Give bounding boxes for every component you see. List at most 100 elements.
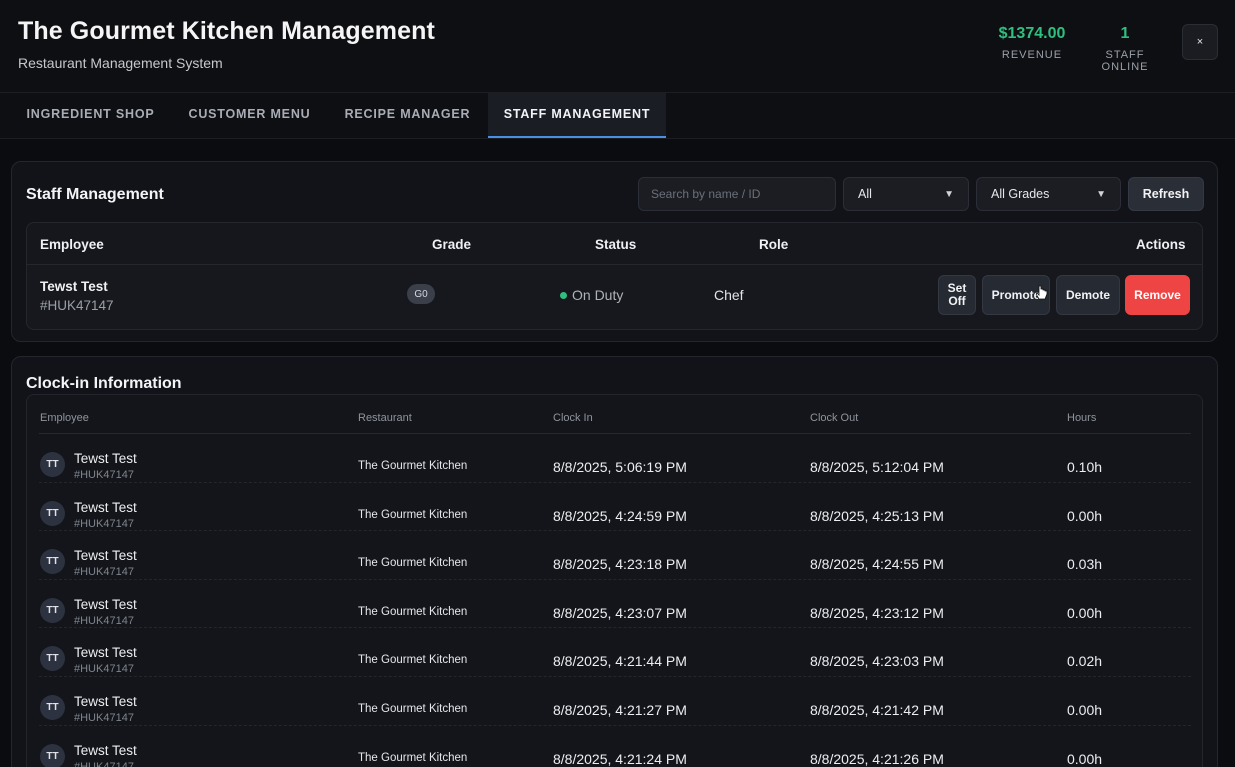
employee-id: #HUK47147	[74, 566, 134, 579]
employee-name: Tewst Test	[74, 694, 137, 709]
staff-online-stat: 1 STAFF ONLINE	[1080, 25, 1170, 73]
status-dot-icon	[560, 291, 567, 299]
app-subtitle: Restaurant Management System	[18, 55, 223, 71]
table-row: TT Tewst Test #HUK47147 The Gourmet Kitchen…	[39, 580, 1191, 629]
tab-ingredient-shop[interactable]: INGREDIENT SHOP	[10, 93, 171, 138]
tab-staff-management[interactable]: STAFF MANAGEMENT	[488, 93, 666, 138]
tab-recipe-manager[interactable]: RECIPE MANAGER	[328, 93, 487, 138]
role-filter-value: All	[858, 187, 872, 201]
pointer-cursor-icon	[1036, 285, 1048, 300]
clock-out-time: 8/8/2025, 4:25:13 PM	[810, 507, 944, 524]
revenue-stat: $1374.00 REVENUE	[992, 25, 1072, 61]
clock-out-time: 8/8/2025, 5:12:04 PM	[810, 459, 944, 475]
employee-role: Chef	[714, 287, 744, 303]
column-header-role: Role	[759, 237, 789, 252]
avatar: TT	[40, 452, 65, 477]
clock-in-time: 8/8/2025, 5:06:19 PM	[553, 459, 687, 475]
hours-worked: 0.02h	[1067, 653, 1103, 670]
role-filter-select[interactable]: All ▼	[843, 177, 969, 211]
employee-name: Tewst Test	[74, 499, 137, 515]
column-header-hours: Hours	[1067, 412, 1097, 424]
employee-name: Tewst Test	[74, 596, 137, 612]
clock-in-time: 8/8/2025, 4:23:07 PM	[553, 604, 687, 621]
column-header-employee: Employee	[40, 237, 104, 252]
table-row: TT Tewst Test #HUK47147 The Gourmet Kitchen…	[39, 726, 1191, 767]
table-row: TT Tewst Test #HUK47147 The Gourmet Kitchen…	[39, 531, 1191, 580]
revenue-value: $1374.00	[998, 25, 1066, 42]
table-row: TT Tewst Test #HUK47147 The Gourmet Kitchen…	[39, 628, 1191, 677]
employee-id: #HUK47147	[74, 712, 134, 724]
tab-customer-menu[interactable]: CUSTOMER MENU	[171, 93, 328, 138]
employee-name: Tewst Test	[74, 742, 137, 758]
employee-id: #HUK47147	[40, 298, 114, 313]
staff-management-panel: Staff Management All ▼ All Grades ▼ Refr…	[11, 161, 1218, 342]
employee-id: #HUK47147	[74, 760, 134, 767]
demote-button[interactable]: Demote	[1056, 275, 1120, 315]
column-header-restaurant: Restaurant	[358, 412, 412, 424]
column-header-grade: Grade	[432, 237, 472, 252]
staff-table-header: Employee Grade Status Role Actions	[27, 223, 1202, 265]
status-text: On Duty	[572, 287, 624, 303]
employee-name: Tewst Test	[74, 645, 137, 661]
clock-in-time: 8/8/2025, 4:21:24 PM	[553, 750, 687, 767]
clock-in-time: 8/8/2025, 4:21:27 PM	[553, 702, 687, 718]
table-row: TT Tewst Test #HUK47147 The Gourmet Kitchen…	[39, 677, 1191, 726]
staff-online-label: STAFF ONLINE	[1101, 49, 1149, 73]
clock-out-time: 8/8/2025, 4:24:55 PM	[810, 556, 944, 573]
column-header-employee: Employee	[40, 412, 89, 424]
employee-id: #HUK47147	[74, 614, 134, 627]
avatar: TT	[40, 597, 65, 623]
employee-name: Tewst Test	[40, 279, 108, 294]
employee-id: #HUK47147	[74, 663, 134, 676]
hours-worked: 0.00h	[1067, 702, 1103, 718]
avatar: TT	[40, 549, 65, 575]
clock-in-time: 8/8/2025, 4:21:44 PM	[553, 653, 687, 670]
avatar: TT	[40, 743, 65, 767]
column-header-status: Status	[595, 237, 637, 252]
clock-in-time: 8/8/2025, 4:24:59 PM	[553, 507, 687, 524]
hours-worked: 0.00h	[1067, 604, 1103, 621]
search-input[interactable]	[638, 177, 836, 211]
table-row: TT Tewst Test #HUK47147 The Gourmet Kitchen…	[39, 434, 1191, 483]
table-row: TT Tewst Test #HUK47147 The Gourmet Kitchen…	[39, 483, 1191, 532]
remove-button[interactable]: Remove	[1125, 275, 1190, 315]
clock-in-panel: Clock-in Information Employee Restaurant…	[11, 356, 1218, 767]
clock-in-table: Employee Restaurant Clock In Clock Out H…	[26, 394, 1203, 767]
column-header-clock-out: Clock Out	[810, 412, 859, 424]
set-off-button[interactable]: Set Off	[938, 275, 976, 315]
app-header: The Gourmet Kitchen Management Restauran…	[0, 0, 1235, 93]
close-icon: ×	[1196, 36, 1204, 48]
clock-in-time: 8/8/2025, 4:23:18 PM	[553, 556, 687, 573]
restaurant-name: The Gourmet Kitchen	[358, 751, 468, 764]
chevron-down-icon: ▼	[1096, 188, 1106, 200]
avatar: TT	[40, 646, 65, 672]
refresh-button[interactable]: Refresh	[1128, 177, 1204, 211]
restaurant-name: The Gourmet Kitchen	[358, 508, 468, 521]
restaurant-name: The Gourmet Kitchen	[358, 654, 468, 667]
employee-id: #HUK47147	[74, 517, 134, 530]
avatar: TT	[40, 500, 65, 526]
staff-table: Employee Grade Status Role Actions Tewst…	[26, 222, 1203, 330]
revenue-label: REVENUE	[1001, 49, 1063, 61]
column-header-clock-in: Clock In	[553, 412, 593, 424]
hours-worked: 0.03h	[1067, 556, 1103, 573]
column-header-actions: Actions	[1136, 237, 1186, 252]
restaurant-name: The Gourmet Kitchen	[358, 605, 468, 618]
status-indicator: On Duty	[560, 287, 623, 303]
close-button[interactable]: ×	[1182, 24, 1218, 60]
restaurant-name: The Gourmet Kitchen	[358, 703, 468, 715]
grade-filter-value: All Grades	[991, 187, 1050, 201]
hours-worked: 0.00h	[1067, 507, 1103, 524]
grade-filter-select[interactable]: All Grades ▼	[976, 177, 1121, 211]
hours-worked: 0.10h	[1067, 459, 1103, 475]
clock-out-time: 8/8/2025, 4:21:26 PM	[810, 750, 944, 767]
employee-id: #HUK47147	[74, 469, 134, 481]
clock-out-time: 8/8/2025, 4:23:03 PM	[810, 653, 944, 670]
avatar: TT	[40, 695, 65, 720]
grade-badge: G0	[407, 284, 435, 304]
clock-out-time: 8/8/2025, 4:23:12 PM	[810, 604, 944, 621]
app-title: The Gourmet Kitchen Management	[18, 17, 435, 45]
employee-name: Tewst Test	[74, 548, 137, 564]
tab-bar: INGREDIENT SHOP CUSTOMER MENU RECIPE MAN…	[0, 93, 1235, 139]
staff-panel-title: Staff Management	[26, 186, 164, 203]
